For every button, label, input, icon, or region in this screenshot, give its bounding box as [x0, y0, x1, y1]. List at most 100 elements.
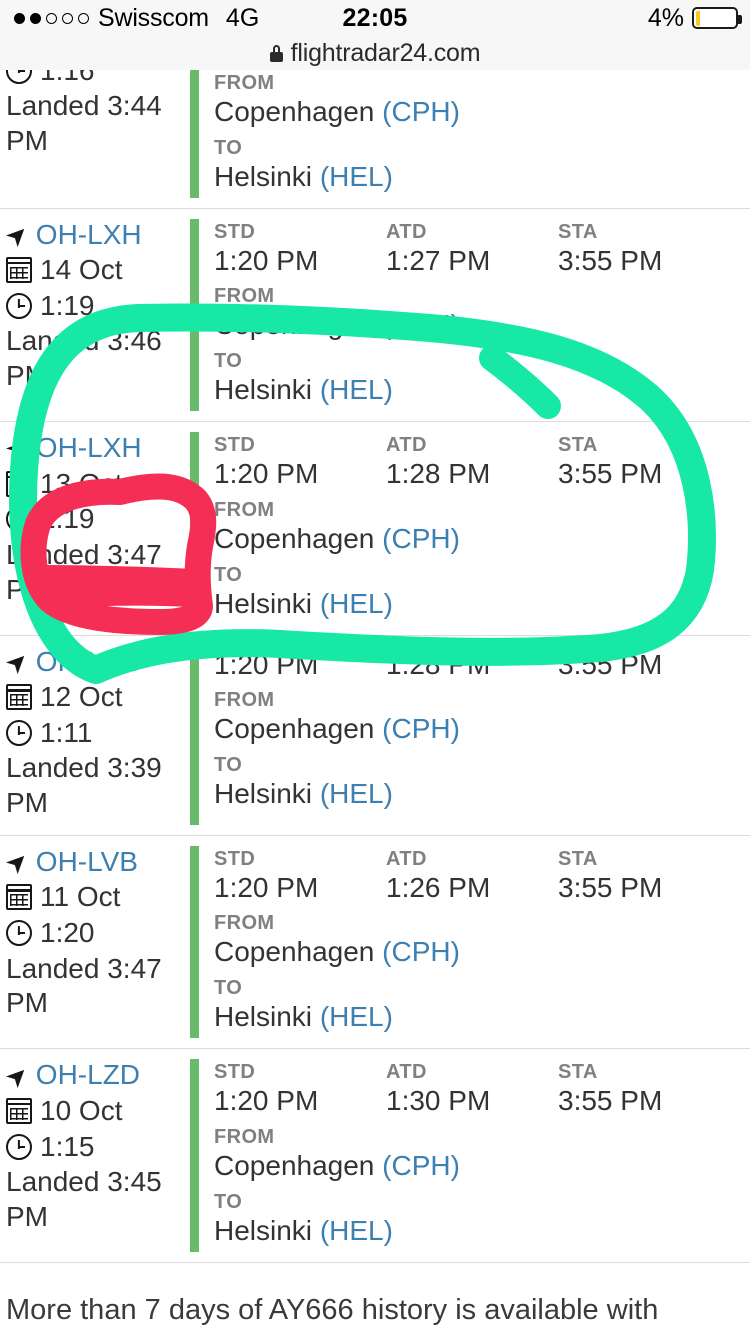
sta-label: STA: [558, 220, 598, 243]
origin-code-link[interactable]: (CPH): [382, 936, 460, 967]
std-label: STD: [214, 220, 256, 243]
flight-time-atd: ATD 1:26 PM: [386, 848, 558, 905]
to-label: TO: [214, 977, 243, 1000]
atd-label: ATD: [386, 220, 427, 243]
flight-row-details: STD 1:20 PM ATD 1:28 PM STA 3:55 PM FROM Copenh…: [190, 422, 750, 635]
flight-row[interactable]: ➤ OH-LZD 10 Oct 1:15 Landed 3:45 PM STD 1:20 P…: [0, 1049, 750, 1264]
calendar-icon: [6, 470, 32, 497]
aircraft-registration-link[interactable]: ➤ OH-LXC: [0, 644, 190, 681]
flight-date: 11 Oct: [6, 880, 190, 914]
flight-row[interactable]: ➤ OH-LXH 14 Oct 1:19 Landed 3:46 PM STD 1:20 P…: [0, 208, 750, 423]
from-label: FROM: [214, 912, 275, 935]
aircraft-registration-link[interactable]: ➤ OH-LXH: [0, 430, 190, 467]
destination-city-label: Helsinki: [214, 1215, 313, 1247]
destination-code-link[interactable]: (HEL): [320, 161, 393, 192]
flight-row-details: 1:20 PM1:28 PM3:55 PMFROMCopenhagen (CPH…: [190, 70, 750, 208]
destination-airport[interactable]: Helsinki (HEL): [214, 372, 750, 407]
flight-duration-label: 1:20: [40, 916, 95, 948]
status-bar-right: 4%: [647, 0, 742, 36]
flight-duration-label: 1:11: [40, 716, 93, 748]
atd-label: ATD: [386, 1061, 427, 1084]
destination-city-label: Helsinki: [214, 374, 313, 406]
atd-label: ATD: [386, 847, 427, 870]
origin-code-link[interactable]: (CPH): [382, 523, 460, 554]
battery-icon: [692, 7, 742, 29]
flight-row[interactable]: ➤ OH-LVB 11 Oct 1:20 Landed 3:47 PM STD 1:20 P…: [0, 835, 750, 1050]
airplane-icon: ➤: [0, 216, 36, 254]
flight-row-details: STD 1:20 PM ATD 1:27 PM STA 3:55 PM FROM Copenh…: [190, 209, 750, 422]
std-label: STD: [214, 434, 256, 457]
origin-code-link[interactable]: (CPH): [382, 96, 460, 127]
origin-city-label: Copenhagen: [214, 309, 375, 341]
destination-airport[interactable]: Helsinki (HEL): [214, 159, 750, 194]
destination-code-link[interactable]: (HEL): [320, 1001, 393, 1032]
flight-history-page: 15 Oct1:16Landed 3:44 PM1:20 PM1:28 PM3:…: [0, 70, 750, 1334]
airplane-icon: ➤: [0, 643, 36, 681]
std-label: STD: [214, 1061, 256, 1084]
clock-icon: [6, 70, 32, 84]
flight-time-std: STD 1:20 PM: [214, 434, 386, 491]
origin-airport[interactable]: Copenhagen (CPH): [214, 307, 750, 342]
flight-date: 14 Oct: [6, 253, 190, 287]
flight-duration: 1:20: [6, 916, 190, 950]
atd-value: 1:30 PM: [386, 1085, 491, 1117]
sta-value: 3:55 PM: [558, 871, 663, 903]
flight-date: 12 Oct: [6, 680, 190, 714]
flight-row[interactable]: ➤ OH-LXH 13 Oct 1:19 Landed 3:47 PM STD 1:20 P…: [0, 422, 750, 636]
destination-code-link[interactable]: (HEL): [320, 374, 393, 405]
to-label: TO: [214, 563, 243, 586]
origin-airport[interactable]: Copenhagen (CPH): [214, 1148, 750, 1183]
status-indicator-bar: [190, 1059, 199, 1253]
origin-airport[interactable]: Copenhagen (CPH): [214, 934, 750, 969]
origin-code-link[interactable]: (CPH): [382, 309, 460, 340]
sta-value: 3:55 PM: [558, 648, 663, 680]
flight-time-std: 1:20 PM: [214, 648, 386, 682]
browser-url-bar[interactable]: flightradar24.com: [0, 36, 750, 71]
aircraft-registration-link[interactable]: ➤ OH-LZD: [0, 1057, 190, 1094]
flight-row[interactable]: 15 Oct1:16Landed 3:44 PM1:20 PM1:28 PM3:…: [0, 70, 750, 209]
destination-airport[interactable]: Helsinki (HEL): [214, 1213, 750, 1248]
flight-row[interactable]: ➤ OH-LXC 12 Oct 1:11 Landed 3:39 PM 1:20 PM 1:…: [0, 635, 750, 836]
destination-airport[interactable]: Helsinki (HEL): [214, 776, 750, 811]
aircraft-registration-label: OH-LXH: [35, 432, 142, 464]
destination-airport[interactable]: Helsinki (HEL): [214, 999, 750, 1034]
flight-row-details: STD 1:20 PM ATD 1:30 PM STA 3:55 PM FROM Copenh…: [190, 1049, 750, 1262]
sta-value: 3:55 PM: [558, 244, 663, 276]
origin-airport[interactable]: Copenhagen (CPH): [214, 521, 750, 556]
flight-duration-label: 1:15: [40, 1130, 95, 1162]
origin-city-label: Copenhagen: [214, 936, 375, 968]
origin-code-link[interactable]: (CPH): [382, 1150, 460, 1181]
destination-code-link[interactable]: (HEL): [320, 588, 393, 619]
airplane-icon: ➤: [0, 843, 36, 881]
destination-code-link[interactable]: (HEL): [320, 778, 393, 809]
flight-time-std: STD 1:20 PM: [214, 848, 386, 905]
clock-label: 22:05: [342, 3, 408, 32]
flight-time-sta: STA 3:55 PM: [558, 1061, 730, 1118]
destination-code-link[interactable]: (HEL): [320, 1215, 393, 1246]
atd-value: 1:28 PM: [386, 458, 491, 490]
flight-time-sta: 3:55 PM: [558, 648, 730, 682]
clock-icon: [6, 719, 32, 746]
origin-airport[interactable]: Copenhagen (CPH): [214, 711, 750, 746]
sta-label: STA: [558, 847, 598, 870]
destination-airport[interactable]: Helsinki (HEL): [214, 586, 750, 621]
lock-icon: [269, 44, 283, 62]
from-label: FROM: [214, 1126, 275, 1149]
status-indicator-bar: [190, 845, 199, 1039]
flight-row-summary: ➤ OH-LXC 12 Oct 1:11 Landed 3:39 PM: [0, 636, 190, 835]
calendar-icon: [6, 684, 32, 711]
origin-code-link[interactable]: (CPH): [382, 713, 460, 744]
flight-history-list: 15 Oct1:16Landed 3:44 PM1:20 PM1:28 PM3:…: [0, 70, 750, 1264]
clock-icon: [6, 292, 32, 319]
battery-percent-label: 4%: [647, 3, 684, 32]
origin-city-label: Copenhagen: [214, 522, 375, 554]
flight-status-label: Landed 3:39 PM: [6, 752, 162, 819]
std-value: 1:20 PM: [214, 1085, 319, 1117]
to-label: TO: [214, 350, 243, 373]
aircraft-registration-link[interactable]: ➤ OH-LVB: [0, 844, 190, 881]
flight-times: STD 1:20 PM ATD 1:30 PM STA 3:55 PM: [214, 1061, 750, 1118]
destination-city-label: Helsinki: [214, 1001, 313, 1033]
flight-status-label: Landed 3:46 PM: [6, 325, 162, 391]
origin-airport[interactable]: Copenhagen (CPH): [214, 94, 750, 129]
aircraft-registration-link[interactable]: ➤ OH-LXH: [0, 216, 190, 253]
